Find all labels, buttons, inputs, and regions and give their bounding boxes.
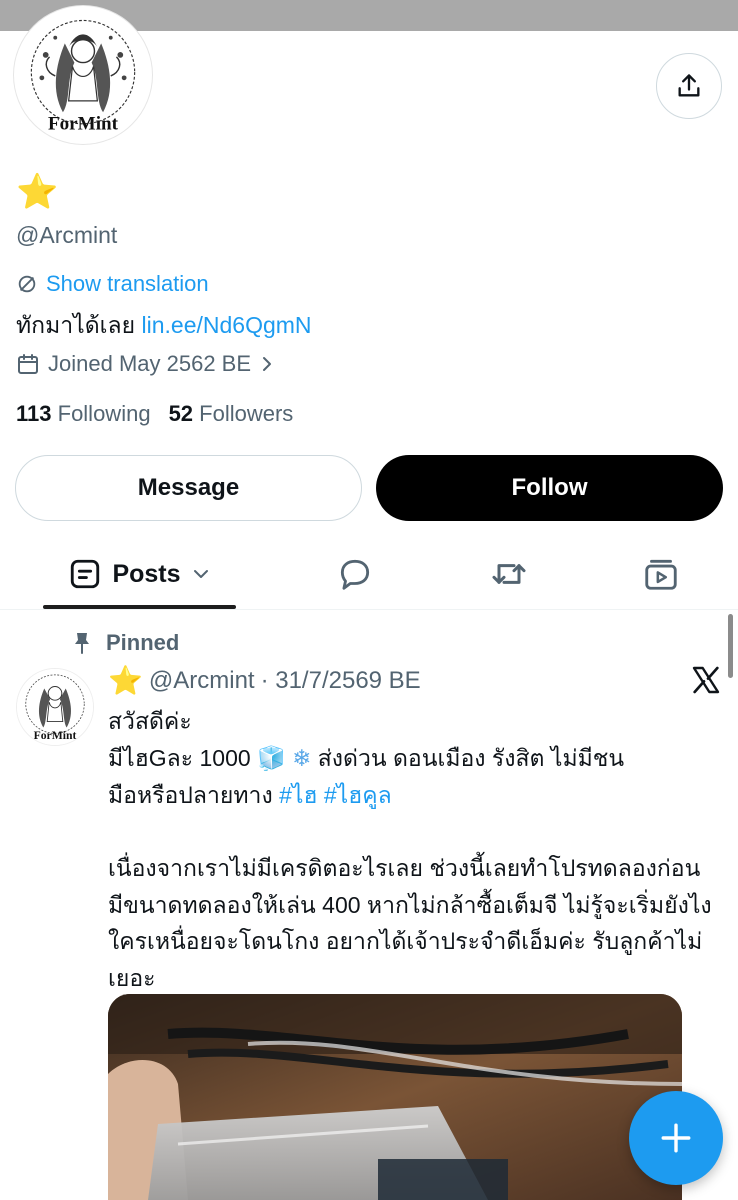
joined-label: Joined May 2562 BE: [48, 351, 252, 376]
profile-tabs: Posts: [0, 540, 738, 610]
chevron-down-icon: [193, 570, 208, 578]
followers-label: Followers: [199, 401, 294, 426]
scrollbar[interactable]: [728, 614, 733, 678]
svg-text:ForMint: ForMint: [48, 114, 119, 135]
ice-cube-icon: 🧊: [257, 745, 286, 772]
show-translation-label: Show translation: [46, 271, 209, 296]
show-translation-link[interactable]: Show translation: [16, 271, 209, 297]
following-label: Following: [57, 401, 151, 426]
avatar-logo-image: ForMint: [17, 9, 149, 141]
reply-icon: [340, 559, 370, 590]
post-tags-prefix: มือหรือปลายทาง: [108, 782, 280, 808]
plus-icon: [661, 1123, 691, 1153]
hashtag-link[interactable]: #ไฮ: [279, 782, 317, 808]
tab-posts[interactable]: Posts: [43, 540, 236, 608]
repost-icon: [492, 564, 526, 584]
tab-media[interactable]: [624, 540, 698, 608]
bio-link[interactable]: lin.ee/Nd6QgmN: [142, 312, 312, 338]
active-tab-indicator: [43, 605, 236, 609]
share-button[interactable]: [656, 53, 722, 119]
hashtag-link[interactable]: #ไฮคูล: [324, 782, 392, 808]
post-offer-text-2: ส่งด่วน ดอนเมือง รังสิต ไม่มีชน: [311, 744, 625, 771]
follow-button[interactable]: Follow: [376, 455, 723, 521]
post-line-tags: มือหรือปลายทาง #ไฮ #ไฮคูล: [108, 777, 720, 814]
pinned-indicator: Pinned: [72, 630, 179, 656]
snowflake-icon: ❄: [292, 745, 312, 772]
post-author-handle[interactable]: @Arcmint: [149, 667, 255, 695]
pin-icon: [75, 633, 89, 654]
post-line-greeting: สวัสดีค่ะ: [108, 708, 192, 734]
post-media-image[interactable]: [108, 994, 682, 1200]
tab-posts-label: Posts: [112, 559, 181, 588]
compose-button[interactable]: [629, 1091, 723, 1185]
media-icon: [645, 559, 677, 590]
joined-date-row[interactable]: Joined May 2562 BE: [16, 351, 275, 377]
message-button[interactable]: Message: [15, 455, 362, 521]
post-header: ⭐ @Arcmint · 31/7/2569 BE: [108, 664, 421, 697]
post-line-offer: มีไฮGละ 1000 🧊 ❄ ส่งด่วน ดอนเมือง รังสิต…: [108, 740, 720, 778]
share-icon: [678, 74, 700, 97]
x-logo-icon: [692, 666, 720, 694]
following-count: 113: [16, 401, 52, 426]
display-name: ⭐: [16, 172, 59, 212]
tab-reposts[interactable]: [472, 540, 546, 608]
post-body: สวัสดีค่ะ มีไฮGละ 1000 🧊 ❄ ส่งด่วน ดอนเม…: [108, 703, 720, 996]
followers-count: 52: [168, 401, 194, 426]
tab-replies[interactable]: [318, 540, 392, 608]
bio-text: ทักมาได้เลย: [16, 312, 142, 338]
post-offer-text: มีไฮGละ 1000: [108, 744, 258, 771]
calendar-icon: [18, 354, 38, 374]
followers-stat[interactable]: 52 Followers: [169, 401, 294, 427]
post-paragraph: เนื่องจากเราไม่มีเครดิตอะไรเลย ช่วงนี้เล…: [108, 855, 712, 991]
follow-stats: 113 Following 52 Followers: [16, 401, 293, 427]
following-stat[interactable]: 113 Following: [16, 401, 151, 427]
avatar-logo-image: ForMint: [17, 669, 93, 745]
post-date[interactable]: · 31/7/2569 BE: [261, 667, 421, 695]
profile-handle: @Arcmint: [16, 222, 118, 248]
posts-icon: [71, 559, 100, 589]
profile-avatar[interactable]: ForMint: [14, 6, 152, 144]
post-photo: [108, 994, 682, 1200]
chevron-right-icon: [263, 357, 272, 371]
svg-text:ForMint: ForMint: [34, 729, 77, 742]
profile-bio: ทักมาได้เลย lin.ee/Nd6QgmN: [16, 308, 312, 344]
translate-icon: [18, 275, 36, 293]
post-author-name[interactable]: ⭐: [108, 664, 143, 697]
post-avatar[interactable]: ForMint: [16, 668, 94, 746]
pinned-label: Pinned: [106, 630, 180, 655]
